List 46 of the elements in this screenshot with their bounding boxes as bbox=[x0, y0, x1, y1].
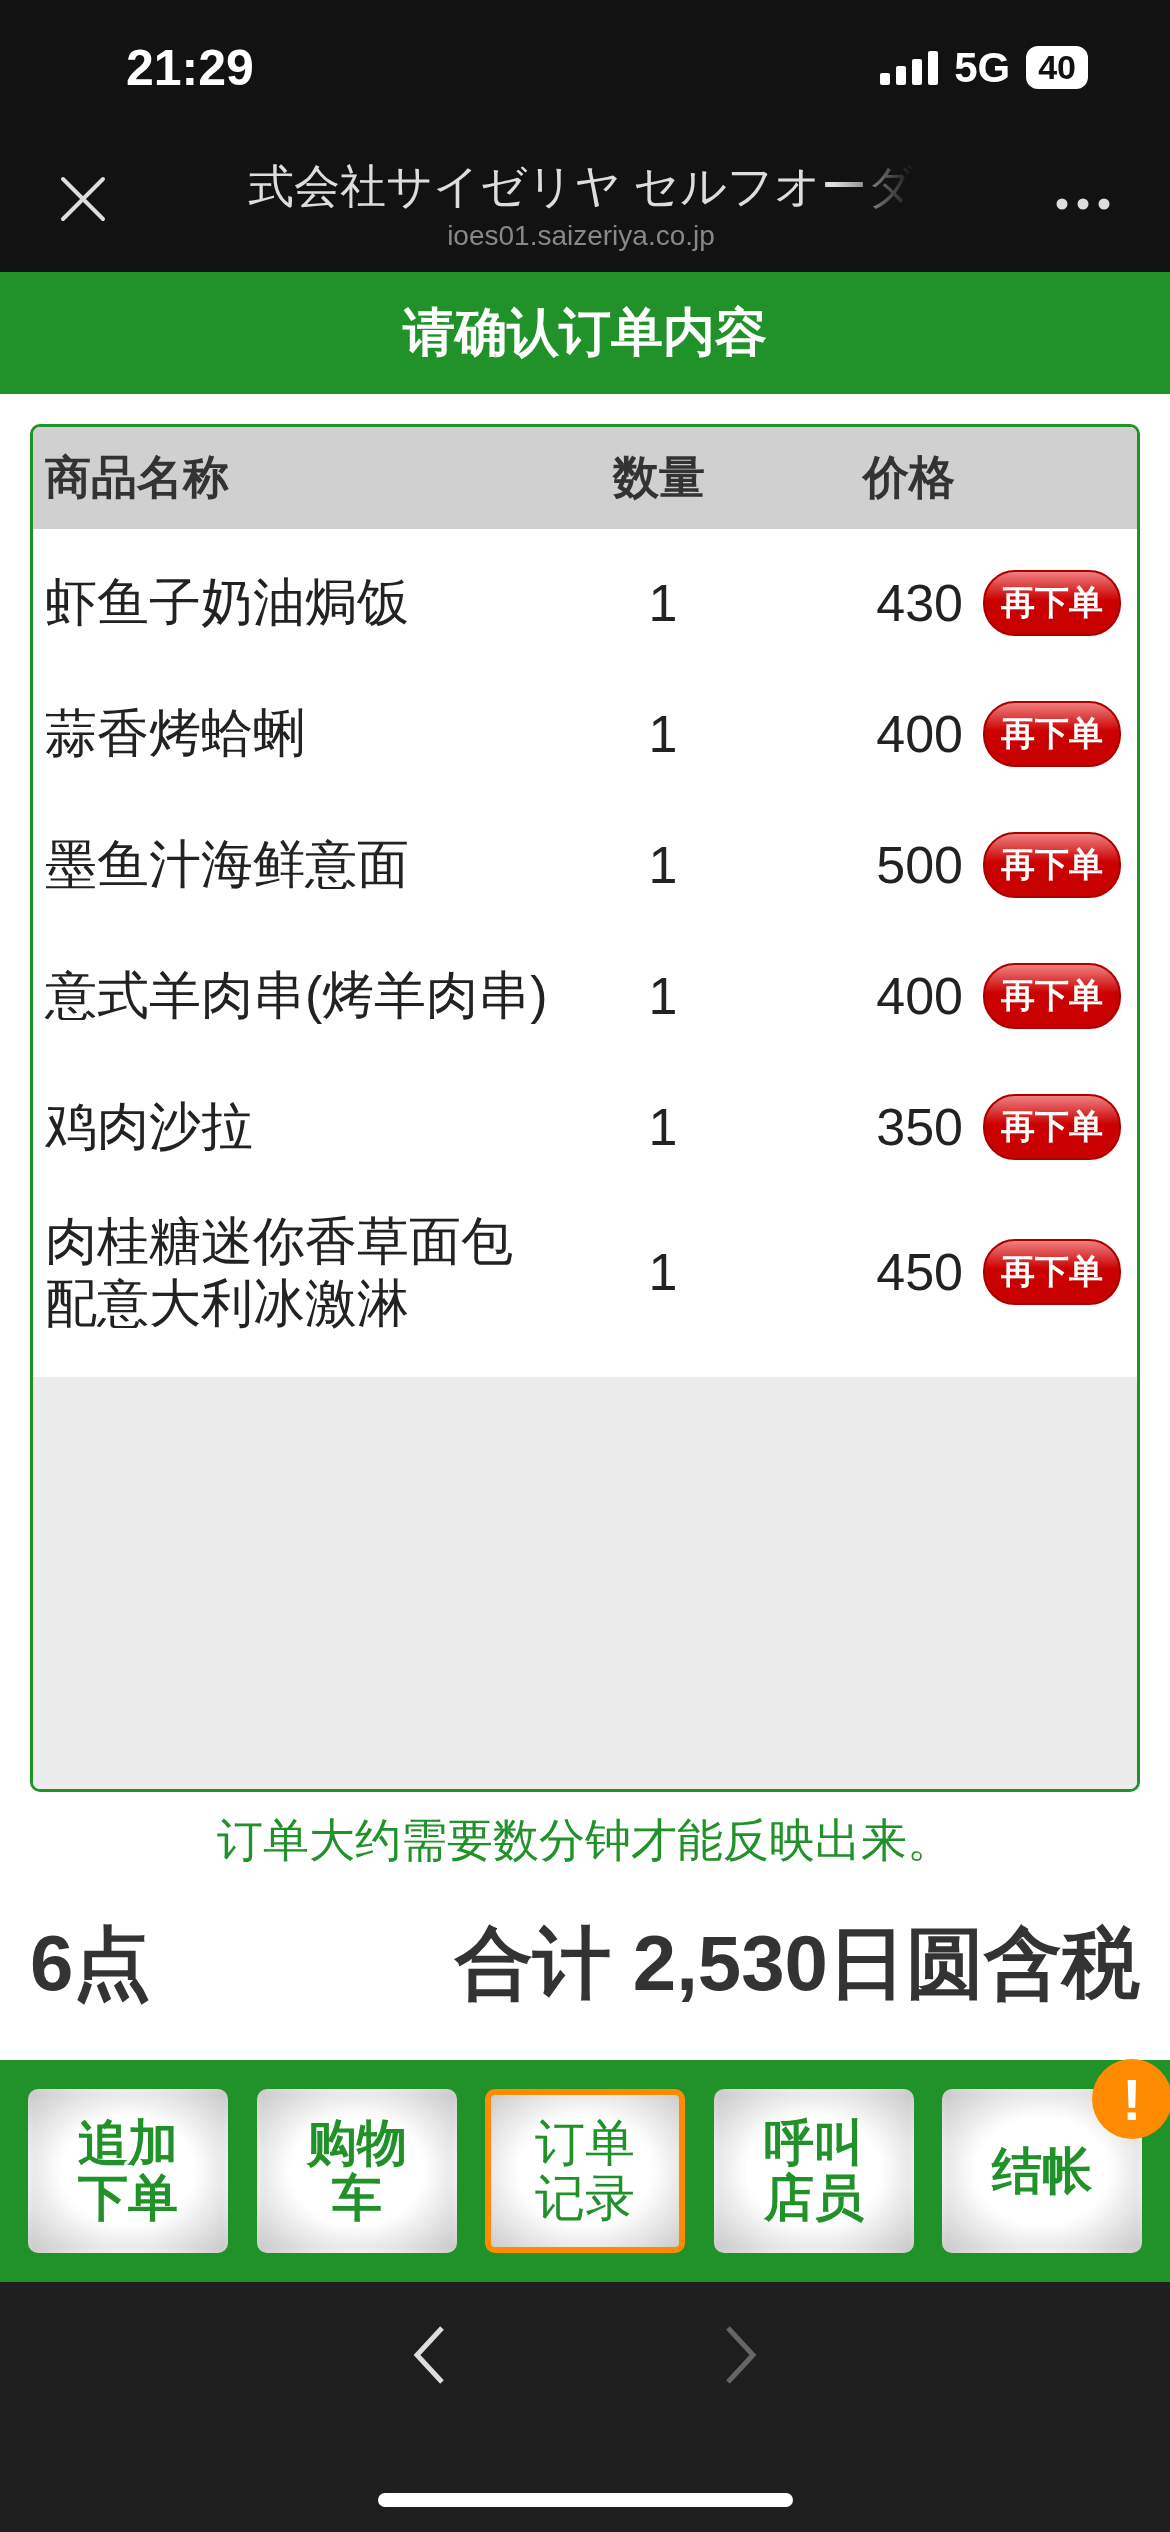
page-heading: 请确认订单内容 bbox=[403, 302, 767, 363]
item-name: 鸡肉沙拉 bbox=[44, 1096, 254, 1158]
item-quantity: 1 bbox=[647, 1242, 679, 1303]
reorder-button[interactable]: 再下单 bbox=[983, 700, 1121, 767]
forward-icon[interactable] bbox=[725, 2325, 757, 2385]
status-time: 21:29 bbox=[126, 38, 254, 97]
battery-indicator: 40 bbox=[1026, 46, 1088, 89]
column-header: 数量 bbox=[611, 450, 706, 505]
item-price: 450 bbox=[875, 1242, 964, 1303]
item-count: 6点 bbox=[30, 1918, 152, 2009]
item-price: 350 bbox=[875, 1096, 964, 1157]
item-name: 意式羊肉串(烤羊肉串) bbox=[44, 965, 549, 1027]
nav-button[interactable]: 追加下单 bbox=[28, 2089, 228, 2253]
network-label: 5G bbox=[954, 43, 1011, 92]
nav-button[interactable]: 购物车 bbox=[256, 2089, 457, 2253]
signal-icon bbox=[880, 50, 939, 85]
item-name: 蒜香烤蛤蜊 bbox=[44, 703, 306, 765]
page-url: ioes01.saizeriya.co.jp bbox=[447, 219, 715, 252]
item-name: 肉桂糖迷你香草面包配意大利冰激淋 bbox=[44, 1211, 514, 1335]
item-name: 虾鱼子奶油焗饭 bbox=[44, 572, 410, 634]
back-icon[interactable] bbox=[413, 2325, 445, 2385]
item-quantity: 1 bbox=[647, 572, 679, 633]
reorder-button[interactable]: 再下单 bbox=[983, 831, 1121, 898]
reorder-button[interactable]: 再下单 bbox=[983, 1093, 1121, 1160]
column-header: 价格 bbox=[861, 450, 956, 505]
reorder-button[interactable]: 再下单 bbox=[983, 962, 1121, 1029]
item-quantity: 1 bbox=[647, 965, 679, 1026]
item-price: 400 bbox=[875, 703, 964, 764]
item-price: 430 bbox=[875, 572, 964, 633]
page-title: 式会社サイゼリヤ セルフオーダ bbox=[247, 158, 915, 214]
column-header: 商品名称 bbox=[44, 450, 230, 505]
nav-button[interactable]: 订单记录 bbox=[485, 2089, 685, 2253]
reorder-button[interactable]: 再下单 bbox=[983, 1239, 1121, 1306]
alert-badge: ! bbox=[1092, 2059, 1170, 2139]
total-amount: 合计 2,530日圆含税 bbox=[455, 1918, 1140, 2009]
item-price: 500 bbox=[875, 834, 964, 895]
notice-text: 订单大约需要数分钟才能反映出来。 bbox=[216, 1813, 954, 1868]
item-price: 400 bbox=[875, 965, 964, 1026]
item-name: 墨鱼汁海鲜意面 bbox=[44, 834, 410, 896]
close-icon[interactable] bbox=[60, 175, 106, 222]
item-quantity: 1 bbox=[647, 703, 679, 764]
item-quantity: 1 bbox=[647, 1096, 679, 1157]
more-icon[interactable] bbox=[1056, 197, 1110, 210]
item-quantity: 1 bbox=[647, 834, 679, 895]
nav-button[interactable]: 呼叫店员 bbox=[713, 2089, 914, 2253]
reorder-button[interactable]: 再下单 bbox=[983, 569, 1121, 636]
